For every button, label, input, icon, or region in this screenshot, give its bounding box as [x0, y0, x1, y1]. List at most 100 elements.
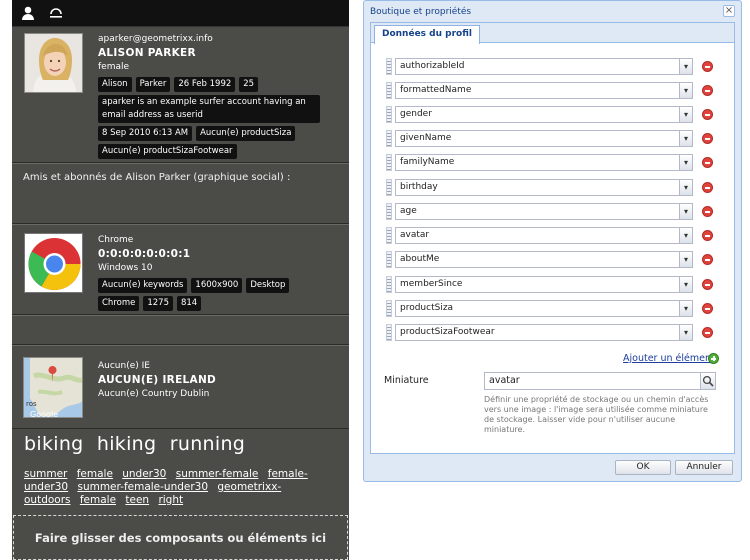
- drag-handle[interactable]: [386, 300, 392, 317]
- remove-icon[interactable]: [702, 182, 713, 193]
- chevron-down-icon[interactable]: ▾: [679, 228, 692, 243]
- tab-profile-data[interactable]: Données du profil: [374, 25, 480, 44]
- social-section: Amis et abonnés de Alison Parker (graphi…: [12, 163, 349, 224]
- add-icon[interactable]: [708, 353, 719, 364]
- property-select[interactable]: age ▾: [395, 203, 693, 220]
- property-value: familyName: [400, 157, 455, 167]
- property-row: avatar ▾: [386, 227, 716, 244]
- property-select[interactable]: aboutMe ▾: [395, 251, 693, 268]
- drag-handle[interactable]: [386, 154, 392, 171]
- property-value: aboutMe: [400, 254, 440, 264]
- chevron-down-icon[interactable]: ▾: [679, 252, 692, 267]
- drag-handle[interactable]: [386, 82, 392, 99]
- drag-handle[interactable]: [386, 130, 392, 147]
- remove-icon[interactable]: [702, 254, 713, 265]
- chevron-down-icon[interactable]: ▾: [679, 301, 692, 316]
- property-value: age: [400, 206, 417, 216]
- property-select[interactable]: memberSince ▾: [395, 276, 693, 293]
- close-icon[interactable]: ×: [723, 5, 735, 17]
- interest-item: biking: [24, 433, 84, 455]
- property-select[interactable]: authorizableId ▾: [395, 58, 693, 75]
- geo-info: Aucun(e) IE AUCUN(E) IRELAND Aucun(e) Co…: [98, 359, 216, 401]
- chevron-down-icon[interactable]: ▾: [679, 180, 692, 195]
- remove-icon[interactable]: [702, 303, 713, 314]
- property-select[interactable]: formattedName ▾: [395, 82, 693, 99]
- property-value: gender: [400, 109, 432, 119]
- dialog-title: Boutique et propriétés: [370, 6, 472, 17]
- interest-item: hiking: [96, 433, 157, 455]
- chip-product-size: Aucun(e) productSiza: [196, 126, 296, 141]
- tag-link[interactable]: under30: [122, 468, 166, 480]
- dialog-header: Boutique et propriétés ×: [364, 1, 741, 22]
- chevron-down-icon[interactable]: ▾: [679, 83, 692, 98]
- drag-handle[interactable]: [386, 179, 392, 196]
- chevron-down-icon[interactable]: ▾: [679, 325, 692, 340]
- remove-icon[interactable]: [702, 279, 713, 290]
- property-row: gender ▾: [386, 106, 716, 123]
- tab-strip: Données du profil: [371, 23, 734, 44]
- thumbnail-input[interactable]: avatar: [484, 372, 716, 390]
- geo-browser: Aucun(e) IE: [98, 361, 150, 371]
- map-image: ros Google: [24, 358, 82, 417]
- remove-icon[interactable]: [702, 85, 713, 96]
- drag-handle[interactable]: [386, 58, 392, 75]
- property-select[interactable]: givenName ▾: [395, 130, 693, 147]
- thumbnail-help: Définir une propriété de stockage ou un …: [484, 395, 709, 434]
- tag-link[interactable]: right: [158, 494, 183, 506]
- drag-handle[interactable]: [386, 324, 392, 341]
- empty-section: [12, 315, 349, 345]
- tag-link[interactable]: teen: [125, 494, 149, 506]
- profile-name: ALISON PARKER: [98, 47, 196, 59]
- loader-icon[interactable]: [48, 5, 64, 21]
- tag-link[interactable]: female: [80, 494, 116, 506]
- chevron-down-icon[interactable]: ▾: [679, 59, 692, 74]
- drag-handle[interactable]: [386, 227, 392, 244]
- drag-handle[interactable]: [386, 276, 392, 293]
- browser-section: Chrome 0:0:0:0:0:0:0:1 Windows 10 Aucun(…: [12, 224, 349, 315]
- ok-button[interactable]: OK: [615, 460, 671, 475]
- property-row: authorizableId ▾: [386, 58, 716, 75]
- avatar: [24, 33, 83, 93]
- drag-handle[interactable]: [386, 106, 392, 123]
- chip-keywords: Aucun(e) keywords: [98, 278, 188, 293]
- chevron-down-icon[interactable]: ▾: [679, 277, 692, 292]
- remove-icon[interactable]: [702, 109, 713, 120]
- cancel-button[interactable]: Annuler: [675, 460, 733, 475]
- property-select[interactable]: gender ▾: [395, 106, 693, 123]
- profile-panel: aparker@geometrixx.info ALISON PARKER fe…: [12, 0, 349, 560]
- chevron-down-icon[interactable]: ▾: [679, 131, 692, 146]
- property-select[interactable]: familyName ▾: [395, 154, 693, 171]
- property-row: memberSince ▾: [386, 276, 716, 293]
- profile-email: aparker@geometrixx.info: [98, 34, 213, 44]
- remove-icon[interactable]: [702, 327, 713, 338]
- add-item-link[interactable]: Ajouter un élément: [623, 353, 715, 364]
- remove-icon[interactable]: [702, 230, 713, 241]
- property-select[interactable]: productSiza ▾: [395, 300, 693, 317]
- chevron-down-icon[interactable]: ▾: [679, 107, 692, 122]
- search-icon[interactable]: [700, 373, 715, 389]
- drag-handle[interactable]: [386, 203, 392, 220]
- chip-browser: Chrome: [98, 296, 140, 311]
- tag-link[interactable]: summer-female-under30: [77, 481, 208, 493]
- tag-cloud: summer female under30 summer-female fema…: [24, 468, 324, 507]
- property-row: familyName ▾: [386, 154, 716, 171]
- drop-zone[interactable]: Faire glisser des composants ou éléments…: [13, 515, 348, 560]
- remove-icon[interactable]: [702, 206, 713, 217]
- remove-icon[interactable]: [702, 133, 713, 144]
- drag-handle[interactable]: [386, 251, 392, 268]
- thumbnail-label: Miniature: [384, 375, 429, 386]
- property-select[interactable]: birthday ▾: [395, 179, 693, 196]
- remove-icon[interactable]: [702, 157, 713, 168]
- property-select[interactable]: avatar ▾: [395, 227, 693, 244]
- remove-icon[interactable]: [702, 61, 713, 72]
- property-select[interactable]: productSizaFootwear ▾: [395, 324, 693, 341]
- tag-link[interactable]: female: [77, 468, 113, 480]
- user-icon[interactable]: [20, 5, 36, 21]
- chevron-down-icon[interactable]: ▾: [679, 155, 692, 170]
- browser-os: Windows 10: [98, 263, 153, 273]
- browser-chips-row-2: Chrome 1275 814: [98, 296, 289, 311]
- chevron-down-icon[interactable]: ▾: [679, 204, 692, 219]
- tag-link[interactable]: summer-female: [176, 468, 259, 480]
- tag-link[interactable]: summer: [24, 468, 67, 480]
- property-row: age ▾: [386, 203, 716, 220]
